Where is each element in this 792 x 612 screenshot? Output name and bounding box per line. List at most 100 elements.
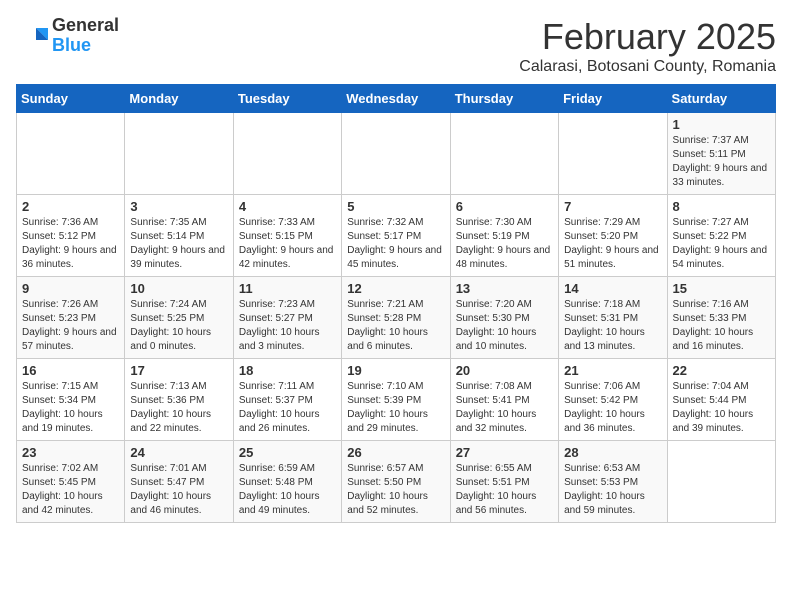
calendar-cell — [450, 113, 558, 195]
day-info: Sunrise: 7:35 AM Sunset: 5:14 PM Dayligh… — [130, 216, 227, 272]
calendar-week-row: 23 Sunrise: 7:02 AM Sunset: 5:45 PM Dayli… — [17, 441, 776, 523]
calendar-cell: 28 Sunrise: 6:53 AM Sunset: 5:53 PM Dayli… — [559, 441, 667, 523]
day-info: Sunrise: 7:13 AM Sunset: 5:36 PM Dayligh… — [130, 380, 227, 436]
day-number: 24 — [130, 445, 227, 460]
calendar-cell — [125, 113, 233, 195]
day-info: Sunrise: 6:53 AM Sunset: 5:53 PM Dayligh… — [564, 462, 661, 518]
location-title: Calarasi, Botosani County, Romania — [519, 58, 776, 76]
calendar-cell: 8 Sunrise: 7:27 AM Sunset: 5:22 PM Daylig… — [667, 195, 775, 277]
day-info: Sunrise: 6:55 AM Sunset: 5:51 PM Dayligh… — [456, 462, 553, 518]
calendar-cell: 10 Sunrise: 7:24 AM Sunset: 5:25 PM Dayli… — [125, 277, 233, 359]
day-info: Sunrise: 7:29 AM Sunset: 5:20 PM Dayligh… — [564, 216, 661, 272]
logo-text: General Blue — [52, 16, 119, 56]
day-number: 16 — [22, 363, 119, 378]
calendar-cell: 16 Sunrise: 7:15 AM Sunset: 5:34 PM Dayli… — [17, 359, 125, 441]
calendar-header-wednesday: Wednesday — [342, 85, 450, 113]
day-info: Sunrise: 7:27 AM Sunset: 5:22 PM Dayligh… — [673, 216, 770, 272]
calendar-cell: 21Sunrise: 7:06 AM Sunset: 5:42 PM Dayli… — [559, 359, 667, 441]
day-info: Sunrise: 7:30 AM Sunset: 5:19 PM Dayligh… — [456, 216, 553, 272]
day-info: Sunrise: 7:23 AM Sunset: 5:27 PM Dayligh… — [239, 298, 336, 354]
calendar-cell: 17Sunrise: 7:13 AM Sunset: 5:36 PM Dayli… — [125, 359, 233, 441]
day-number: 6 — [456, 199, 553, 214]
day-info: Sunrise: 7:02 AM Sunset: 5:45 PM Dayligh… — [22, 462, 119, 518]
day-number: 2 — [22, 199, 119, 214]
calendar-header-saturday: Saturday — [667, 85, 775, 113]
logo-blue-text: Blue — [52, 36, 119, 56]
day-number: 26 — [347, 445, 444, 460]
calendar-cell: 23 Sunrise: 7:02 AM Sunset: 5:45 PM Dayli… — [17, 441, 125, 523]
calendar-cell: 6 Sunrise: 7:30 AM Sunset: 5:19 PM Daylig… — [450, 195, 558, 277]
day-number: 15 — [673, 281, 770, 296]
logo-icon — [16, 20, 48, 52]
day-number: 13 — [456, 281, 553, 296]
calendar-week-row: 1 Sunrise: 7:37 AM Sunset: 5:11 PM Daylig… — [17, 113, 776, 195]
day-info: Sunrise: 6:59 AM Sunset: 5:48 PM Dayligh… — [239, 462, 336, 518]
calendar-cell: 1 Sunrise: 7:37 AM Sunset: 5:11 PM Daylig… — [667, 113, 775, 195]
month-title: February 2025 — [519, 16, 776, 58]
day-number: 4 — [239, 199, 336, 214]
calendar-cell: 22 Sunrise: 7:04 AM Sunset: 5:44 PM Dayli… — [667, 359, 775, 441]
day-info: Sunrise: 7:15 AM Sunset: 5:34 PM Dayligh… — [22, 380, 119, 436]
calendar-cell: 9 Sunrise: 7:26 AM Sunset: 5:23 PM Daylig… — [17, 277, 125, 359]
day-info: Sunrise: 7:18 AM Sunset: 5:31 PM Dayligh… — [564, 298, 661, 354]
calendar-header-row: SundayMondayTuesdayWednesdayThursdayFrid… — [17, 85, 776, 113]
day-number: 22 — [673, 363, 770, 378]
day-number: 7 — [564, 199, 661, 214]
day-number: 1 — [673, 117, 770, 132]
day-info: Sunrise: 6:57 AM Sunset: 5:50 PM Dayligh… — [347, 462, 444, 518]
calendar-cell: 19 Sunrise: 7:10 AM Sunset: 5:39 PM Dayli… — [342, 359, 450, 441]
day-info: Sunrise: 7:37 AM Sunset: 5:11 PM Dayligh… — [673, 134, 770, 190]
day-info: Sunrise: 7:01 AM Sunset: 5:47 PM Dayligh… — [130, 462, 227, 518]
day-info: Sunrise: 7:26 AM Sunset: 5:23 PM Dayligh… — [22, 298, 119, 354]
calendar-cell — [559, 113, 667, 195]
day-info: Sunrise: 7:32 AM Sunset: 5:17 PM Dayligh… — [347, 216, 444, 272]
calendar-cell: 25 Sunrise: 6:59 AM Sunset: 5:48 PM Dayli… — [233, 441, 341, 523]
calendar-cell: 27 Sunrise: 6:55 AM Sunset: 5:51 PM Dayli… — [450, 441, 558, 523]
calendar-cell: 26 Sunrise: 6:57 AM Sunset: 5:50 PM Dayli… — [342, 441, 450, 523]
calendar-cell: 14Sunrise: 7:18 AM Sunset: 5:31 PM Dayli… — [559, 277, 667, 359]
calendar-cell — [342, 113, 450, 195]
day-info: Sunrise: 7:04 AM Sunset: 5:44 PM Dayligh… — [673, 380, 770, 436]
calendar-cell — [17, 113, 125, 195]
calendar-cell: 18 Sunrise: 7:11 AM Sunset: 5:37 PM Dayli… — [233, 359, 341, 441]
day-number: 8 — [673, 199, 770, 214]
calendar-header-monday: Monday — [125, 85, 233, 113]
day-info: Sunrise: 7:10 AM Sunset: 5:39 PM Dayligh… — [347, 380, 444, 436]
calendar-cell: 3 Sunrise: 7:35 AM Sunset: 5:14 PM Daylig… — [125, 195, 233, 277]
day-number: 28 — [564, 445, 661, 460]
calendar-cell: 24 Sunrise: 7:01 AM Sunset: 5:47 PM Dayli… — [125, 441, 233, 523]
calendar-cell: 20Sunrise: 7:08 AM Sunset: 5:41 PM Dayli… — [450, 359, 558, 441]
day-number: 10 — [130, 281, 227, 296]
calendar-cell: 4 Sunrise: 7:33 AM Sunset: 5:15 PM Daylig… — [233, 195, 341, 277]
day-number: 11 — [239, 281, 336, 296]
day-number: 3 — [130, 199, 227, 214]
page-header: General Blue February 2025 Calarasi, Bot… — [16, 16, 776, 76]
day-info: Sunrise: 7:33 AM Sunset: 5:15 PM Dayligh… — [239, 216, 336, 272]
day-info: Sunrise: 7:21 AM Sunset: 5:28 PM Dayligh… — [347, 298, 444, 354]
day-info: Sunrise: 7:36 AM Sunset: 5:12 PM Dayligh… — [22, 216, 119, 272]
calendar-cell: 12 Sunrise: 7:21 AM Sunset: 5:28 PM Dayli… — [342, 277, 450, 359]
day-number: 23 — [22, 445, 119, 460]
calendar-cell: 5 Sunrise: 7:32 AM Sunset: 5:17 PM Daylig… — [342, 195, 450, 277]
day-number: 18 — [239, 363, 336, 378]
day-number: 27 — [456, 445, 553, 460]
day-number: 12 — [347, 281, 444, 296]
day-number: 25 — [239, 445, 336, 460]
calendar-cell: 7 Sunrise: 7:29 AM Sunset: 5:20 PM Daylig… — [559, 195, 667, 277]
calendar-cell: 15 Sunrise: 7:16 AM Sunset: 5:33 PM Dayli… — [667, 277, 775, 359]
calendar-week-row: 9 Sunrise: 7:26 AM Sunset: 5:23 PM Daylig… — [17, 277, 776, 359]
day-info: Sunrise: 7:11 AM Sunset: 5:37 PM Dayligh… — [239, 380, 336, 436]
calendar-cell — [667, 441, 775, 523]
logo: General Blue — [16, 16, 119, 56]
calendar-header-thursday: Thursday — [450, 85, 558, 113]
day-info: Sunrise: 7:24 AM Sunset: 5:25 PM Dayligh… — [130, 298, 227, 354]
day-number: 5 — [347, 199, 444, 214]
calendar-cell: 11 Sunrise: 7:23 AM Sunset: 5:27 PM Dayli… — [233, 277, 341, 359]
day-info: Sunrise: 7:16 AM Sunset: 5:33 PM Dayligh… — [673, 298, 770, 354]
day-number: 9 — [22, 281, 119, 296]
day-number: 19 — [347, 363, 444, 378]
day-info: Sunrise: 7:08 AM Sunset: 5:41 PM Dayligh… — [456, 380, 553, 436]
day-number: 21 — [564, 363, 661, 378]
day-info: Sunrise: 7:20 AM Sunset: 5:30 PM Dayligh… — [456, 298, 553, 354]
calendar-week-row: 2 Sunrise: 7:36 AM Sunset: 5:12 PM Daylig… — [17, 195, 776, 277]
